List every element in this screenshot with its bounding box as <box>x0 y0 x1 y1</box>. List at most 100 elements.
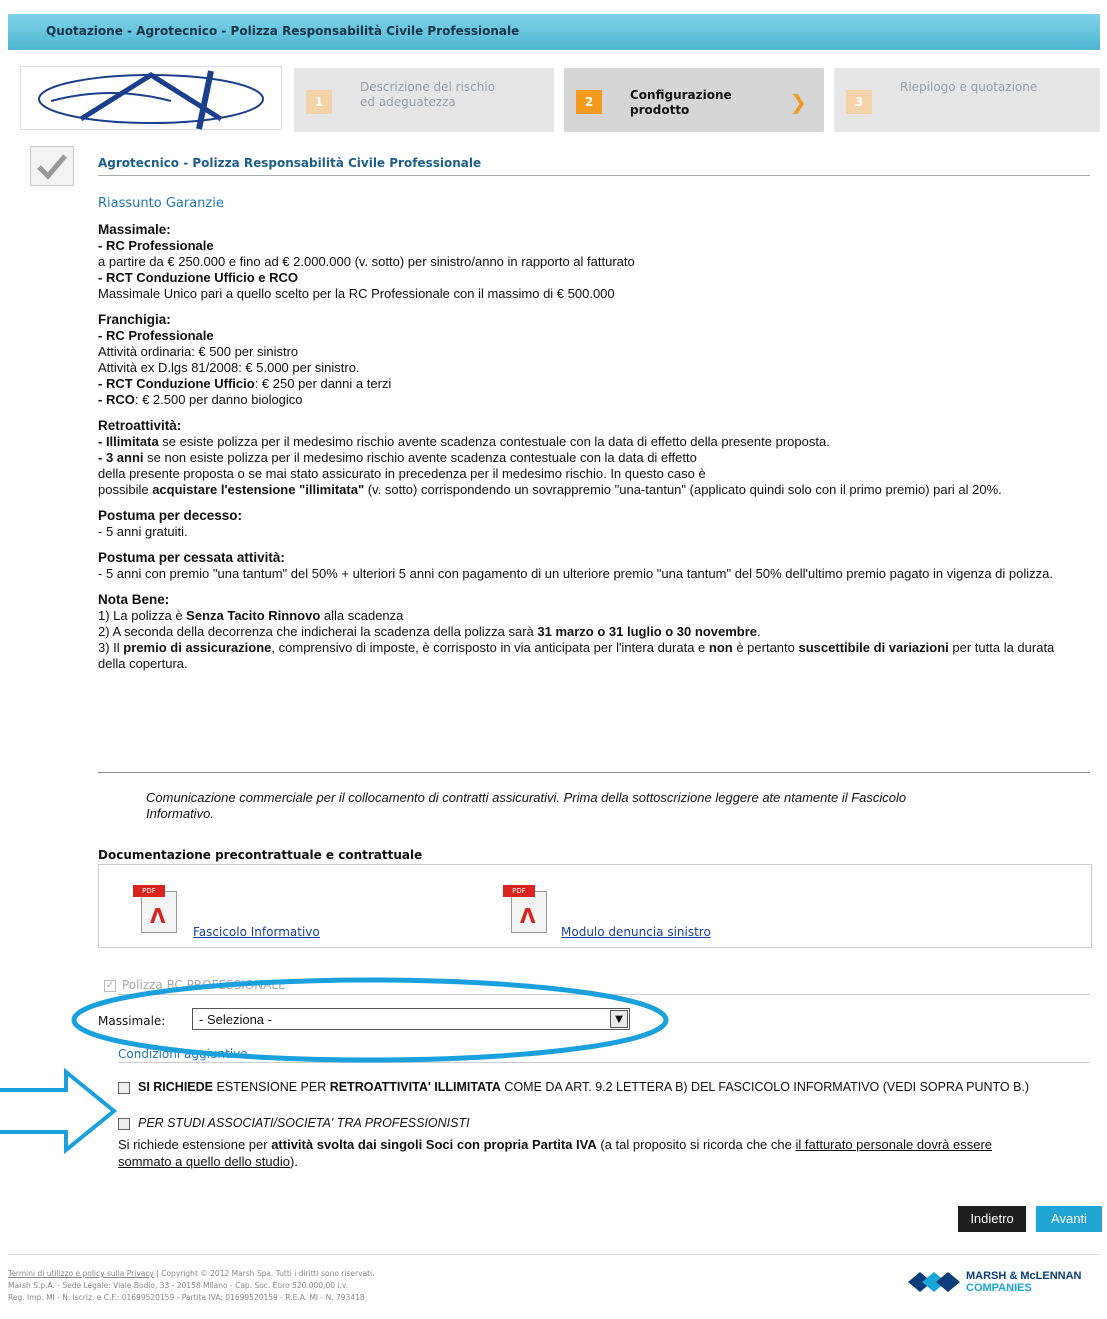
pdf-tag: PDF <box>133 885 165 897</box>
option-text: COME DA ART. 9.2 LETTERA B) DEL FASCICOL… <box>500 1080 1030 1094</box>
option-text: PER STUDI ASSOCIATI/SOCIETA' TRA PROFESS… <box>138 1116 470 1130</box>
option-text: Si richiede estensione per <box>118 1137 272 1152</box>
soci-extension-text: Si richiede estensione per attività svol… <box>118 1136 1038 1170</box>
divider <box>98 175 1090 176</box>
retro-line: - Illimitata <box>98 434 159 449</box>
cessata-title: Postuma per cessata attività: <box>98 550 285 565</box>
nota-line: non <box>708 640 733 655</box>
retroattivita-title: Retroattività: <box>98 418 182 433</box>
step-1[interactable]: 1 Descrizione del rischio ed adeguatezza <box>294 68 554 132</box>
page-title: Quotazione - Agrotecnico - Polizza Respo… <box>46 24 520 38</box>
nota-line: premio di assicurazione <box>123 640 272 655</box>
step-1-number: 1 <box>306 90 332 114</box>
pdf-tag: PDF <box>503 885 535 897</box>
pdf-icon[interactable]: Λ PDF <box>503 881 549 933</box>
brand-line: MARSH & McLENNAN <box>966 1270 1082 1282</box>
massimale-line: - RCT Conduzione Ufficio e RCO <box>98 270 299 285</box>
cessata-line: - 5 anni con premio "una tantum" del 50%… <box>98 566 1053 581</box>
retro-line: se esiste polizza per il medesimo rischi… <box>158 434 830 449</box>
guarantee-summary: Massimale: - RC Professionale a partire … <box>98 222 1078 682</box>
retro-line: se non esiste polizza per il medesimo ri… <box>143 450 697 465</box>
franchigia-line: Attività ex D.lgs 81/2008: € 5.000 per s… <box>98 360 360 375</box>
nota-line: 3) Il <box>98 640 124 655</box>
pdf-symbol: Λ <box>150 904 166 928</box>
product-title: Agrotecnico - Polizza Responsabilità Civ… <box>98 156 482 170</box>
chevron-right-icon: ❯ <box>790 90 807 114</box>
decesso-line: - 5 anni gratuiti. <box>98 524 188 539</box>
nota-line: 31 marzo o 31 luglio o 30 novembre <box>537 624 758 639</box>
massimale-block: Massimale: - RC Professionale a partire … <box>98 222 1078 302</box>
franchigia-block: Franchigia: - RC Professionale Attività … <box>98 312 1078 408</box>
fascicolo-informativo-link[interactable]: Fascicolo Informativo <box>193 925 320 939</box>
nota-line: Senza Tacito Rinnovo <box>186 608 321 623</box>
nota-line: alla scadenza <box>320 608 404 623</box>
check-icon <box>30 146 74 186</box>
option-text: (a tal proposito si ricorda che che <box>596 1137 796 1152</box>
retro-line: (v. sotto) corrispondendo un sovrappremi… <box>364 482 1002 497</box>
option-text: ). <box>290 1154 298 1169</box>
retro-line: possibile <box>98 482 153 497</box>
retro-line: - 3 anni <box>98 450 144 465</box>
brand-line: COMPANIES <box>966 1282 1032 1294</box>
studi-associati-option: PER STUDI ASSOCIATI/SOCIETA' TRA PROFESS… <box>118 1116 470 1131</box>
back-button[interactable]: Indietro <box>958 1206 1026 1232</box>
retro-line: acquistare l'estensione "illimitata" <box>152 482 365 497</box>
option-text: RETROATTIVITA' ILLIMITATA <box>329 1080 501 1094</box>
retroattivita-block: Retroattività: - Illimitata se esiste po… <box>98 418 1078 498</box>
franchigia-line: - RCO <box>98 392 135 407</box>
docs-title: Documentazione precontrattuale e contrat… <box>98 848 423 862</box>
annotation-ellipse <box>71 977 669 1063</box>
cessata-block: Postuma per cessata attività: - 5 anni c… <box>98 550 1078 582</box>
divider <box>98 772 1090 773</box>
decesso-title: Postuma per decesso: <box>98 508 243 523</box>
modulo-denuncia-link[interactable]: Modulo denuncia sinistro <box>561 925 711 939</box>
franchigia-line: : € 2.500 per danno biologico <box>134 392 303 407</box>
header-bar: Quotazione - Agrotecnico - Polizza Respo… <box>8 14 1100 50</box>
mmc-logo-icon <box>908 1272 960 1292</box>
nota-line: . <box>757 624 761 639</box>
pdf-page: Λ <box>511 891 547 933</box>
retro-line: della presente proposta o se mai stato a… <box>98 466 706 481</box>
massimale-line: Massimale Unico pari a quello scelto per… <box>98 286 615 301</box>
divider <box>8 1254 1100 1255</box>
step-3[interactable]: 3 Riepilogo e quotazione <box>834 68 1100 132</box>
annotation-arrow-icon <box>0 1068 118 1154</box>
nota-title: Nota Bene: <box>98 592 170 607</box>
retroattivita-option: SI RICHIEDE ESTENSIONE PER RETROATTIVITA… <box>118 1080 1058 1095</box>
nota-line: 1) La polizza è <box>98 608 187 623</box>
franchigia-title: Franchigia: <box>98 312 171 327</box>
nota-line: è pertanto <box>732 640 799 655</box>
massimale-line: a partire da € 250.000 e fino ad € 2.000… <box>98 254 635 269</box>
pdf-symbol: Λ <box>520 904 536 928</box>
next-button[interactable]: Avanti <box>1036 1206 1102 1232</box>
nota-line: , comprensivo di imposte, è corrisposto … <box>271 640 709 655</box>
nota-block: Nota Bene: 1) La polizza è Senza Tacito … <box>98 592 1078 672</box>
brand-name: MARSH & McLENNAN COMPANIES <box>966 1270 1082 1294</box>
step-2[interactable]: 2 Configurazione prodotto ❯ <box>564 68 824 132</box>
step-3-number: 3 <box>846 90 872 114</box>
section-heading: Riassunto Garanzie <box>98 196 224 211</box>
footer-line: Reg. Imp. MI - N. Iscriz. e C.F.: 016995… <box>8 1293 365 1302</box>
docs-box: Λ PDF Fascicolo Informativo Λ PDF Modulo… <box>98 864 1092 948</box>
option-text: SI RICHIEDE <box>138 1080 214 1094</box>
massimale-title: Massimale: <box>98 222 171 237</box>
step-2-label: Configurazione prodotto <box>630 88 732 117</box>
massimale-line: - RC Professionale <box>98 238 214 253</box>
commercial-notice: Comunicazione commerciale per il colloca… <box>146 790 907 821</box>
nota-line: 2) A seconda della decorrenza che indich… <box>98 624 538 639</box>
footer: Termini di utilizzo e policy sulla Priva… <box>8 1268 708 1304</box>
pdf-page: Λ <box>141 891 177 933</box>
franchigia-line: Attività ordinaria: € 500 per sinistro <box>98 344 299 359</box>
privacy-link[interactable]: Termini di utilizzo e policy sulla Priva… <box>8 1269 154 1278</box>
franchigia-line: - RC Professionale <box>98 328 214 343</box>
option-text: attività svolta dai singoli Soci con pro… <box>271 1137 597 1152</box>
pdf-icon[interactable]: Λ PDF <box>133 881 179 933</box>
option-text: ESTENSIONE PER <box>213 1080 330 1094</box>
decesso-block: Postuma per decesso: - 5 anni gratuiti. <box>98 508 1078 540</box>
brand-logo: MARSH & McLENNAN COMPANIES <box>906 1268 1106 1300</box>
franchigia-line: : € 250 per danni a terzi <box>254 376 392 391</box>
nota-line: suscettibile di variazioni <box>798 640 949 655</box>
step-1-label: Descrizione del rischio ed adeguatezza <box>360 80 496 109</box>
franchigia-line: - RCT Conduzione Ufficio <box>98 376 255 391</box>
step-3-label: Riepilogo e quotazione <box>900 80 1038 94</box>
